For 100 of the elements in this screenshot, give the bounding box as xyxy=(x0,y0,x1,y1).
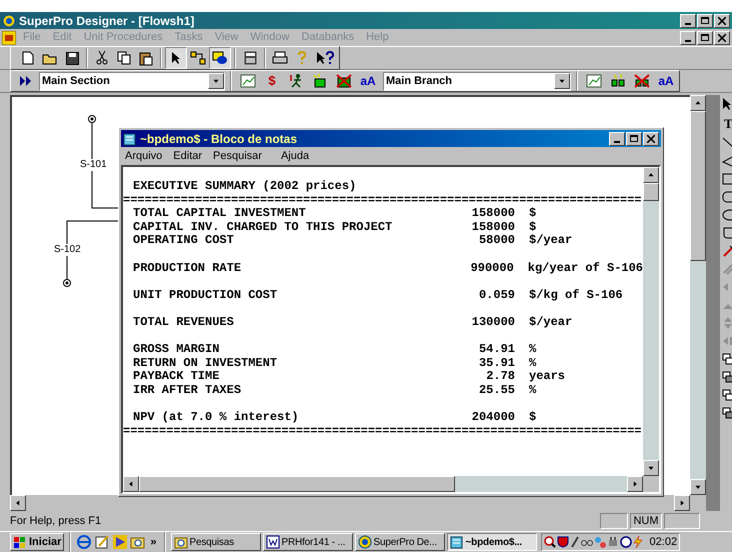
lightning-icon xyxy=(632,536,643,548)
report-rule: ======================================================================== xyxy=(123,424,642,438)
pen-icon xyxy=(722,245,732,257)
notepad-icon xyxy=(450,535,464,549)
scroll-right-icon[interactable] xyxy=(627,476,643,492)
scroll-thumb[interactable] xyxy=(643,183,659,201)
report-unit: $ xyxy=(529,411,536,425)
vertical-scrollbar[interactable] xyxy=(690,95,706,495)
scroll-up-icon[interactable] xyxy=(690,95,706,111)
minimize-button[interactable] xyxy=(680,30,696,44)
report-value: 58000 xyxy=(478,234,515,248)
close-button[interactable] xyxy=(643,132,659,146)
status-pane xyxy=(600,513,628,529)
report-value: 35.91 xyxy=(478,356,515,370)
close-icon xyxy=(718,16,726,24)
horizontal-scrollbar[interactable] xyxy=(123,476,643,492)
cost-button[interactable]: $ xyxy=(261,70,283,92)
vertical-scrollbar[interactable] xyxy=(643,167,659,476)
report-value: 204000 xyxy=(470,411,515,425)
menu-item[interactable]: Ajuda xyxy=(276,148,314,164)
crossed-box-icon xyxy=(336,74,352,88)
network-icon xyxy=(594,536,606,548)
scroll-thumb[interactable] xyxy=(139,476,455,492)
report-label: NPV (at 7.0 % interest) xyxy=(133,411,300,425)
close-button[interactable] xyxy=(714,30,730,44)
pointer-button[interactable] xyxy=(165,47,187,69)
more-chevron[interactable]: » xyxy=(148,534,159,550)
shield-icon xyxy=(556,536,569,548)
layer-icon xyxy=(722,389,732,401)
box-spark-icon xyxy=(312,74,328,88)
scroll-up-icon[interactable] xyxy=(643,167,659,183)
shapes-icon xyxy=(212,51,228,65)
spark-pair-icon xyxy=(610,74,626,88)
arrow-cursor-icon xyxy=(171,51,181,65)
report-value: 54.91 xyxy=(478,343,515,357)
close-icon xyxy=(718,34,726,42)
close-button[interactable] xyxy=(714,14,730,28)
horizontal-scrollbar[interactable] xyxy=(10,495,690,511)
word-document-icon xyxy=(266,535,280,549)
scroll-thumb[interactable] xyxy=(690,111,706,261)
branch-font-button[interactable]: aA xyxy=(655,70,677,92)
arrow-cursor-icon xyxy=(722,97,732,111)
globe-icon xyxy=(76,534,92,550)
align-icon xyxy=(722,335,732,347)
scroll-down-icon[interactable] xyxy=(643,460,659,476)
menu-item[interactable]: Editar xyxy=(169,148,206,164)
report-label: GROSS MARGIN xyxy=(133,343,220,357)
clock: 02:02 xyxy=(648,534,678,550)
num-lock-indicator: NUM xyxy=(630,513,662,529)
minimize-button[interactable] xyxy=(609,132,625,146)
scroll-left-icon[interactable] xyxy=(10,495,26,511)
layer-icon xyxy=(722,407,732,419)
report-label: TOTAL REVENUES xyxy=(133,316,235,330)
scroll-down-icon[interactable] xyxy=(690,479,706,495)
page-icon xyxy=(22,51,34,65)
resize-icon xyxy=(722,317,732,329)
taskbar-button[interactable]: ~bpdemo$... xyxy=(446,533,537,551)
menu-item[interactable]: Pesquisar xyxy=(209,148,266,164)
resize-grip-icon[interactable] xyxy=(643,476,659,492)
status-pane xyxy=(664,513,700,529)
section-dropdown[interactable]: Main Section xyxy=(39,72,225,90)
crossed-pair-icon xyxy=(634,74,650,88)
restore-button[interactable] xyxy=(697,30,713,44)
play-icon xyxy=(112,534,128,550)
branch-dropdown[interactable]: Main Branch xyxy=(383,72,571,90)
scroll-right-icon[interactable] xyxy=(674,495,690,511)
cursor-question-icon xyxy=(316,51,334,65)
stream-label: S-102 xyxy=(54,244,81,256)
start-button[interactable]: Iniciar xyxy=(10,533,64,551)
window-title: SuperPro Designer - [Flowsh1] xyxy=(19,12,196,30)
font-button[interactable]: aA xyxy=(357,70,379,92)
report-unit: % xyxy=(529,343,536,357)
magnifier-icon xyxy=(544,536,556,548)
taskbar-button[interactable]: SuperPro De... xyxy=(354,533,445,551)
chart-icon xyxy=(240,74,256,88)
report-value: 130000 xyxy=(470,316,515,330)
taskbar-button[interactable]: PRHfor141 - ... xyxy=(262,533,353,551)
calculator-icon xyxy=(244,51,256,65)
minimize-button[interactable] xyxy=(680,14,696,28)
report-unit: years xyxy=(529,370,566,384)
notepad-icon xyxy=(123,132,137,146)
windows-flag-icon xyxy=(13,536,27,548)
layer-icon xyxy=(722,371,732,383)
chart-icon xyxy=(586,74,602,88)
report-value: 158000 xyxy=(470,220,515,234)
report-rule: ======================================================================== xyxy=(123,194,642,207)
report-unit: $/year xyxy=(529,316,572,330)
report-unit: % xyxy=(529,384,536,398)
shapes-button[interactable] xyxy=(209,47,231,69)
report-value: 158000 xyxy=(470,207,515,221)
report-label: OPERATING COST xyxy=(133,234,235,248)
restore-button[interactable] xyxy=(697,14,713,28)
clipboard-icon xyxy=(139,50,153,66)
plug-icon xyxy=(606,536,619,548)
maximize-button[interactable] xyxy=(626,132,642,146)
taskbar-button[interactable]: Pesquisas xyxy=(170,533,261,551)
menu-item[interactable]: Arquivo xyxy=(121,148,166,164)
report-label: IRR AFTER TAXES xyxy=(133,384,242,398)
scroll-left-icon[interactable] xyxy=(123,476,139,492)
close-icon xyxy=(647,134,655,142)
